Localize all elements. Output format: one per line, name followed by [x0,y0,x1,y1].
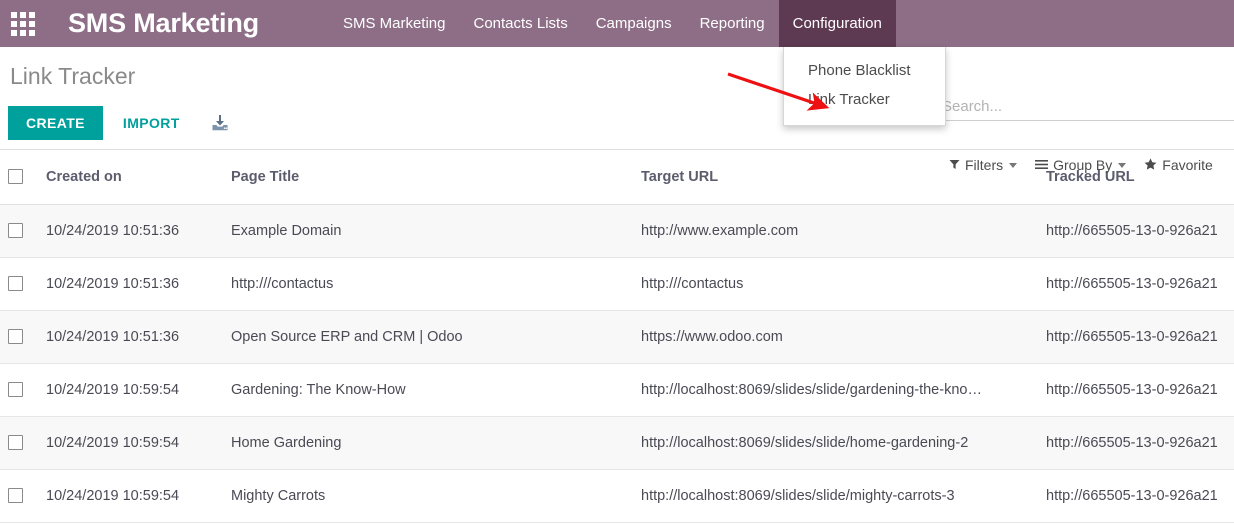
chevron-down-icon [1009,163,1017,168]
table-row[interactable]: 10/24/2019 10:51:36 Open Source ERP and … [0,310,1234,363]
menu-item-label: Configuration [793,15,882,32]
dropdown-item-link-tracker[interactable]: Link Tracker [784,85,945,114]
cell-created-on: 10/24/2019 10:51:36 [38,310,223,363]
menu-item-campaigns[interactable]: Campaigns [582,0,686,47]
search-input[interactable] [940,97,1234,116]
row-checkbox-cell [0,257,38,310]
menu-item-label: Contacts Lists [473,15,567,32]
cell-page-title: Home Gardening [223,416,633,469]
cell-created-on: 10/24/2019 10:59:54 [38,363,223,416]
row-checkbox-cell [0,469,38,522]
cell-tracked-url: http://665505-13-0-926a21 [1038,257,1234,310]
link-tracker-list-view: Created on Page Title Target URL Tracked… [0,150,1234,527]
select-all-checkbox[interactable] [8,169,23,184]
cell-created-on: 10/24/2019 10:51:36 [38,204,223,257]
row-checkbox[interactable] [8,488,23,503]
control-panel: Link Tracker CREATE IMPORT Filters [0,47,1234,150]
cell-target-url: http://localhost:8069/slides/slide/home-… [633,416,1038,469]
column-header-page-title[interactable]: Page Title [223,150,633,204]
row-checkbox-cell [0,416,38,469]
action-buttons: CREATE IMPORT [8,106,230,140]
cell-page-title: Gardening: The Know-How [223,363,633,416]
cell-created-on: 10/24/2019 10:51:36 [38,257,223,310]
row-checkbox-cell [0,204,38,257]
grid-apps-icon [11,12,35,36]
cell-page-title: Open Source ERP and CRM | Odoo [223,310,633,363]
table-row[interactable]: 10/24/2019 10:51:36 Example Domain http:… [0,204,1234,257]
row-checkbox[interactable] [8,276,23,291]
table-row[interactable]: 10/24/2019 10:59:54 Gardening: The Know-… [0,363,1234,416]
cell-target-url: http://localhost:8069/slides/slide/garde… [633,363,1038,416]
upload-to-disk-icon[interactable] [210,113,230,133]
menu-item-label: Reporting [700,15,765,32]
favorite-label: Favorite [1162,157,1213,173]
cell-page-title: Mighty Carrots [223,469,633,522]
column-header-created-on[interactable]: Created on [38,150,223,204]
records-table: Created on Page Title Target URL Tracked… [0,150,1234,523]
filters-label: Filters [965,157,1003,173]
cell-tracked-url: http://665505-13-0-926a21 [1038,416,1234,469]
menu-item-reporting[interactable]: Reporting [686,0,779,47]
search-dropdown-buttons: Filters Group By Favorite [940,157,1222,173]
table-row[interactable]: 10/24/2019 10:51:36 http:///contactus ht… [0,257,1234,310]
menu-item-sms-marketing[interactable]: SMS Marketing [329,0,460,47]
import-button[interactable]: IMPORT [109,106,194,140]
menu-item-contacts-lists[interactable]: Contacts Lists [459,0,581,47]
configuration-dropdown-menu: Phone Blacklist Link Tracker [783,47,946,126]
cell-page-title: Example Domain [223,204,633,257]
menu-item-configuration[interactable]: Configuration [779,0,896,47]
top-navbar: SMS Marketing SMS Marketing Contacts Lis… [0,0,1234,47]
cell-target-url: http://www.example.com [633,204,1038,257]
cell-tracked-url: http://665505-13-0-926a21 [1038,310,1234,363]
funnel-icon [949,158,960,173]
row-checkbox-cell [0,310,38,363]
group-by-label: Group By [1053,157,1112,173]
filters-button[interactable]: Filters [940,157,1026,173]
cell-tracked-url: http://665505-13-0-926a21 [1038,469,1234,522]
row-checkbox[interactable] [8,329,23,344]
cell-page-title: http:///contactus [223,257,633,310]
main-menu: SMS Marketing Contacts Lists Campaigns R… [329,0,896,47]
table-row[interactable]: 10/24/2019 10:59:54 Mighty Carrots http:… [0,469,1234,522]
favorite-button[interactable]: Favorite [1135,157,1222,173]
dropdown-item-label: Phone Blacklist [808,62,911,79]
cell-tracked-url: http://665505-13-0-926a21 [1038,204,1234,257]
menu-item-label: SMS Marketing [343,15,446,32]
cell-created-on: 10/24/2019 10:59:54 [38,416,223,469]
select-all-header [0,150,38,204]
star-icon [1144,158,1157,173]
row-checkbox-cell [0,363,38,416]
cell-target-url: https://www.odoo.com [633,310,1038,363]
search-box[interactable] [940,97,1234,121]
menu-item-label: Campaigns [596,15,672,32]
row-checkbox[interactable] [8,435,23,450]
cell-tracked-url: http://665505-13-0-926a21 [1038,363,1234,416]
dropdown-item-label: Link Tracker [808,91,890,108]
cell-target-url: http://localhost:8069/slides/slide/might… [633,469,1038,522]
brand-title: SMS Marketing [46,0,281,47]
group-by-button[interactable]: Group By [1026,157,1135,173]
cell-target-url: http:///contactus [633,257,1038,310]
apps-menu-button[interactable] [0,0,46,47]
cell-created-on: 10/24/2019 10:59:54 [38,469,223,522]
row-checkbox[interactable] [8,382,23,397]
dropdown-item-phone-blacklist[interactable]: Phone Blacklist [784,56,945,85]
table-body: 10/24/2019 10:51:36 Example Domain http:… [0,204,1234,522]
table-row[interactable]: 10/24/2019 10:59:54 Home Gardening http:… [0,416,1234,469]
chevron-down-icon [1118,163,1126,168]
search-area: Filters Group By Favorite [940,47,1234,150]
row-checkbox[interactable] [8,223,23,238]
page-title: Link Tracker [10,63,135,90]
hamburger-icon [1035,158,1048,173]
create-button[interactable]: CREATE [8,106,103,140]
